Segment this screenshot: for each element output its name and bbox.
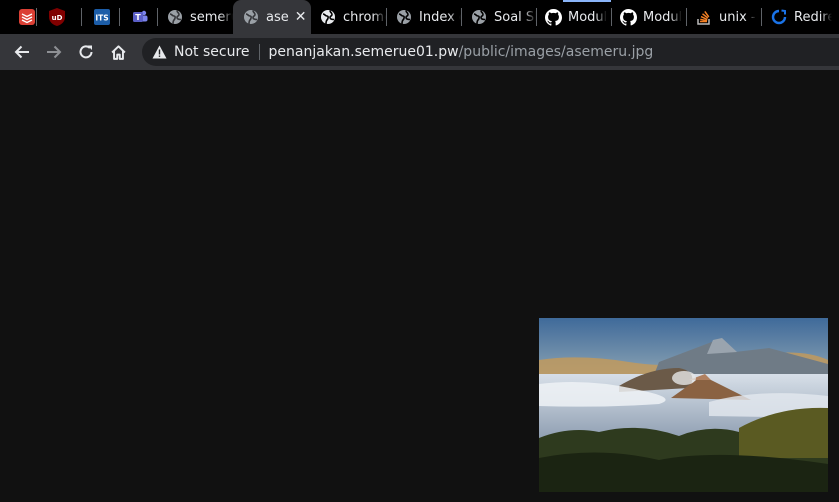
tab-title: Index o xyxy=(419,9,461,25)
svg-text:T: T xyxy=(135,13,141,22)
globe-icon xyxy=(242,8,260,26)
teams-icon: T xyxy=(131,8,149,26)
tab-title: Modul xyxy=(643,9,683,25)
tab-chrome[interactable]: chrome xyxy=(311,0,386,34)
arrow-right-icon xyxy=(47,45,62,59)
displayed-image xyxy=(539,318,828,492)
security-status-label[interactable]: Not secure xyxy=(174,44,250,60)
tab-todoist[interactable] xyxy=(0,0,36,34)
tab-title: semeru xyxy=(190,9,233,25)
globe-icon xyxy=(395,8,413,26)
url-host[interactable]: penanjakan.semerue01.pw xyxy=(269,44,459,60)
arrow-left-icon xyxy=(14,45,29,59)
home-icon xyxy=(110,44,126,60)
forward-button[interactable] xyxy=(38,36,70,68)
url-path[interactable]: /public/images/asemeru.jpg xyxy=(459,44,654,60)
tab-ublock[interactable]: uD xyxy=(37,0,81,34)
tab-title: Soal Sh xyxy=(494,9,536,25)
tab-title: chrome xyxy=(343,9,386,25)
reload-button[interactable] xyxy=(70,36,102,68)
tab-title: Redirec xyxy=(794,9,832,25)
github-icon xyxy=(619,8,637,26)
svg-text:uD: uD xyxy=(52,14,63,22)
mountain-landscape-image xyxy=(539,318,828,492)
divider xyxy=(258,44,260,60)
tab-its[interactable]: ITS xyxy=(82,0,119,34)
close-icon[interactable]: ✕ xyxy=(295,9,307,25)
tab-active-asemeru[interactable]: ase ✕ xyxy=(233,0,311,34)
tab-github-modul-1[interactable]: Modul xyxy=(537,0,611,34)
github-icon xyxy=(544,8,562,26)
tab-semeru[interactable]: semeru xyxy=(158,0,233,34)
todoist-icon xyxy=(18,8,36,26)
tab-soal[interactable]: Soal Sh xyxy=(462,0,536,34)
tab-title: Modul xyxy=(568,9,608,25)
ublock-icon: uD xyxy=(48,8,66,26)
back-button[interactable] xyxy=(6,36,38,68)
tab-title: ase xyxy=(266,9,289,25)
globe-icon xyxy=(319,8,337,26)
tab-index[interactable]: Index o xyxy=(387,0,461,34)
tab-strip: uD ITS T semeru ase ✕ chrome xyxy=(0,0,839,34)
tab-teams[interactable]: T xyxy=(120,0,157,34)
reload-icon xyxy=(79,45,93,59)
tab-unix-stackoverflow[interactable]: unix - xyxy=(687,0,761,34)
toolbar: Not secure penanjakan.semerue01.pw/publi… xyxy=(0,34,839,70)
globe-icon xyxy=(166,8,184,26)
svg-text:ITS: ITS xyxy=(95,14,108,23)
address-bar[interactable]: Not secure penanjakan.semerue01.pw/publi… xyxy=(142,38,839,66)
loading-indicator xyxy=(563,0,611,2)
tab-redirect[interactable]: Redirec xyxy=(762,0,832,34)
tab-github-modul-2[interactable]: Modul xyxy=(612,0,686,34)
tab-title: unix - xyxy=(719,9,756,25)
home-button[interactable] xyxy=(102,36,134,68)
stackoverflow-icon xyxy=(695,8,713,26)
globe-icon xyxy=(470,8,488,26)
its-icon: ITS xyxy=(93,8,111,26)
warning-icon[interactable] xyxy=(152,45,167,59)
redirect-icon xyxy=(770,8,788,26)
